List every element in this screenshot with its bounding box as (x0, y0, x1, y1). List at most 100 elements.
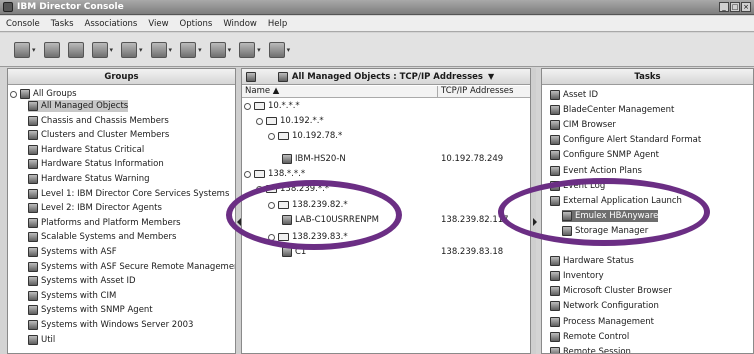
splitter-right[interactable] (531, 68, 536, 354)
column-header-name[interactable]: Name ▲ (242, 86, 438, 98)
task-item[interactable]: Emulex HBAnyware (562, 209, 659, 222)
task-item[interactable]: BladeCenter Management (550, 104, 674, 116)
menu-tasks[interactable]: Tasks (51, 19, 74, 29)
menu-view[interactable]: View (148, 19, 168, 29)
minimize-button[interactable]: _ (719, 2, 729, 12)
collapse-icon[interactable] (256, 185, 263, 193)
group-item[interactable]: Systems with Windows Server 2003 (28, 319, 193, 331)
wrench-icon (14, 41, 30, 58)
collapse-icon[interactable] (256, 117, 263, 125)
task-label: Configure SNMP Agent (563, 150, 659, 161)
group-item[interactable]: Platforms and Platform Members (28, 217, 181, 229)
system-row[interactable]: IBM-HS20-N (282, 153, 346, 165)
group-label: All Managed Objects (41, 101, 129, 111)
dropdown-arrow-icon[interactable]: ▼ (488, 72, 494, 81)
group-label: Systems with Asset ID (41, 276, 136, 287)
group-item[interactable]: All Managed Objects (28, 100, 129, 112)
task-icon (550, 150, 560, 161)
subnet-row[interactable]: 10.*.*.* (244, 100, 300, 112)
zoom-button[interactable]: ▾ (150, 39, 172, 61)
group-item[interactable]: Scalable Systems and Members (28, 231, 176, 243)
task-icon (550, 346, 560, 353)
managed-header[interactable]: All Managed Objects : TCP/IP Addresses ▼ (242, 69, 530, 85)
task-item[interactable]: Inventory (550, 270, 604, 282)
menu-options[interactable]: Options (180, 19, 213, 29)
task-item[interactable]: Process Management (550, 316, 654, 328)
managed-title: All Managed Objects : TCP/IP Addresses (291, 71, 483, 82)
task-item[interactable]: Configure Alert Standard Format (550, 134, 701, 146)
task-item[interactable]: Microsoft Cluster Browser (550, 285, 672, 297)
task-label: Remote Session (563, 346, 631, 354)
collapse-icon[interactable] (244, 170, 251, 178)
task-item[interactable]: Hardware Status (550, 255, 634, 267)
group-item[interactable]: Hardware Status Critical (28, 144, 144, 156)
group-item[interactable]: Hardware Status Information (28, 158, 164, 170)
groups-panel: Groups All Groups All Managed Objects Cha… (7, 68, 236, 354)
group-item[interactable]: Systems with ASF Secure Remote Managemen… (28, 261, 235, 273)
task-item[interactable]: Event Log (550, 180, 605, 192)
back-icon[interactable] (246, 72, 256, 82)
menu-console[interactable]: Console (6, 19, 40, 29)
column-header-ip[interactable]: TCP/IP Addresses (438, 86, 530, 98)
lock-button[interactable] (67, 39, 84, 61)
system-row[interactable]: C1 (282, 246, 306, 258)
close-button[interactable]: × (741, 2, 751, 12)
splitter-arrow-right-icon[interactable] (533, 218, 537, 226)
subnet-row[interactable]: 138.239.*.* (256, 183, 329, 195)
task-item[interactable]: Configure SNMP Agent (550, 149, 659, 161)
server-button[interactable]: ▾ (268, 39, 290, 61)
task-item[interactable]: Storage Manager (562, 225, 648, 237)
task-item[interactable]: External Application Launch (550, 195, 682, 207)
task-item[interactable]: Asset ID (550, 89, 598, 101)
task-item[interactable]: Remote Control (550, 331, 629, 343)
tree-button[interactable]: ▾ (209, 39, 231, 61)
gear-button[interactable]: ▾ (91, 39, 113, 61)
task-item[interactable]: Event Action Plans (550, 165, 642, 177)
group-item[interactable]: Hardware Status Warning (28, 173, 149, 185)
maximize-button[interactable]: □ (730, 2, 740, 12)
wrench-button[interactable]: ▾ (14, 39, 36, 61)
group-item[interactable]: Util (28, 334, 55, 346)
menu-window[interactable]: Window (223, 19, 257, 29)
group-item[interactable]: Chassis and Chassis Members (28, 115, 169, 127)
group-item[interactable]: Level 1: IBM Director Core Services Syst… (28, 188, 229, 200)
group-item[interactable]: Clusters and Cluster Members (28, 129, 169, 141)
task-item[interactable]: Network Configuration (550, 300, 659, 312)
menu-help[interactable]: Help (268, 19, 287, 29)
task-icon (550, 286, 560, 297)
group-item[interactable]: Level 2: IBM Director Agents (28, 202, 162, 214)
task-item[interactable]: Remote Session (550, 346, 631, 354)
subnet-row[interactable]: 138.239.83.* (268, 231, 348, 243)
object-name: LAB-C10USRRENPM (295, 215, 380, 225)
system-row[interactable]: LAB-C10USRRENPM (282, 214, 379, 226)
tasks-panel: Tasks Asset ID BladeCenter Management CIM … (541, 68, 754, 354)
collapse-icon[interactable] (10, 90, 17, 98)
group-label: Util (41, 334, 56, 345)
groups-root[interactable]: All Groups (10, 88, 77, 100)
network-button[interactable]: ▾ (239, 39, 261, 61)
task-item[interactable]: CIM Browser (550, 119, 616, 131)
group-item[interactable]: Systems with CIM (28, 290, 116, 302)
collapse-icon[interactable] (268, 201, 275, 209)
collapse-icon[interactable] (268, 132, 275, 140)
subnet-row[interactable]: 138.*.*.* (244, 168, 305, 180)
task-icon (550, 165, 560, 176)
group-item[interactable]: Systems with Asset ID (28, 275, 136, 287)
subnet-row[interactable]: 10.192.78.* (268, 130, 342, 142)
menu-associations[interactable]: Associations (85, 19, 138, 29)
group-item[interactable]: Systems with SNMP Agent (28, 304, 153, 316)
subnet-row[interactable]: 10.192.*.* (256, 115, 324, 127)
folder-icon (266, 185, 277, 193)
subnet-row[interactable]: 138.239.82.* (268, 199, 348, 211)
collapse-icon[interactable] (244, 102, 251, 110)
refresh-button[interactable] (43, 39, 60, 61)
collapse-icon[interactable] (268, 233, 275, 241)
group-icon (28, 174, 38, 184)
window-controls: _ □ × (719, 2, 751, 12)
task-label: External Application Launch (563, 195, 682, 206)
monitor-button[interactable]: ▾ (180, 39, 202, 61)
console-button[interactable]: ▾ (121, 39, 143, 61)
refresh-icon (43, 41, 60, 58)
group-icon (28, 320, 38, 330)
group-item[interactable]: Systems with ASF (28, 246, 117, 258)
